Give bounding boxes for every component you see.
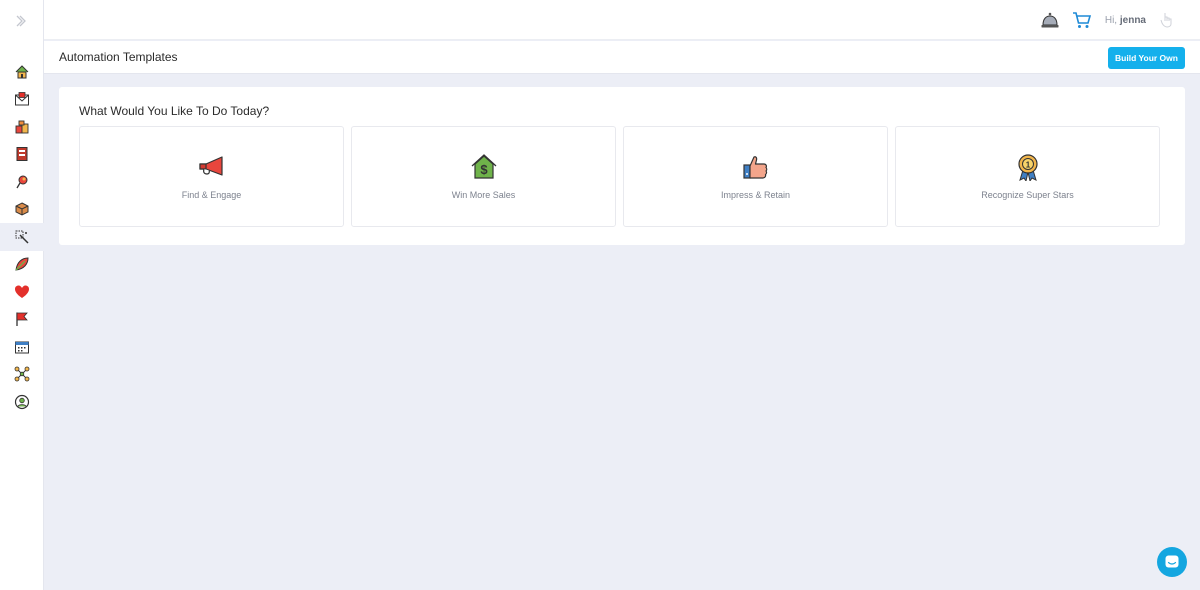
sidebar-item-calendar[interactable] xyxy=(0,333,44,361)
svg-text:1: 1 xyxy=(1025,160,1030,169)
sidebar-item-magic-wand[interactable] xyxy=(0,223,44,251)
sidebar-item-network[interactable] xyxy=(0,361,44,389)
chevron-right-icon xyxy=(16,15,26,27)
boxes-icon xyxy=(15,120,29,134)
svg-text:$: $ xyxy=(480,162,488,177)
expand-sidebar-button[interactable] xyxy=(10,10,32,32)
user-name: jenna xyxy=(1119,14,1146,26)
title-bar: Automation Templates Build Your Own xyxy=(44,41,1200,74)
pushpin-icon xyxy=(16,175,28,189)
greeting-prefix: Hi, xyxy=(1104,14,1118,26)
user-greeting[interactable]: Hi, jenna xyxy=(1105,15,1146,26)
megaphone-icon xyxy=(198,156,223,176)
card-win-more-sales[interactable]: $ Win More Sales xyxy=(351,126,616,227)
sidebar-item-home[interactable] xyxy=(0,58,44,86)
flag-icon xyxy=(16,312,28,327)
card-label: Find & Engage xyxy=(181,190,242,200)
card-impress-retain[interactable]: Impress & Retain xyxy=(623,126,888,227)
sidebar-item-package[interactable] xyxy=(0,196,44,224)
house-dollar-icon: $ xyxy=(471,154,496,179)
card-label: Recognize Super Stars xyxy=(981,190,1074,200)
network-icon xyxy=(14,366,30,382)
templates-panel: What Would You Like To Do Today? Find & … xyxy=(59,87,1185,245)
magic-wand-icon xyxy=(15,230,29,244)
sidebar-item-heart[interactable] xyxy=(0,278,44,306)
thumbs-up-icon xyxy=(742,156,767,179)
card-label: Win More Sales xyxy=(451,190,516,200)
shopping-cart-icon xyxy=(1072,12,1091,28)
card-find-engage[interactable]: Find & Engage xyxy=(79,126,344,227)
service-bell-icon xyxy=(1041,12,1059,28)
user-menu-button[interactable] xyxy=(1156,9,1178,31)
calendar-icon xyxy=(15,341,29,354)
build-your-own-button[interactable]: Build Your Own xyxy=(1108,47,1185,69)
sidebar xyxy=(0,0,44,590)
home-icon xyxy=(15,65,29,79)
hand-pointer-icon xyxy=(1160,13,1172,28)
panel-heading: What Would You Like To Do Today? xyxy=(79,104,270,118)
user-circle-icon xyxy=(14,394,30,409)
sidebar-item-pushpin[interactable] xyxy=(0,168,44,196)
card-recognize-super-stars[interactable]: 1 Recognize Super Stars xyxy=(895,126,1160,227)
cart-button[interactable] xyxy=(1071,9,1093,31)
book-icon xyxy=(16,147,28,162)
leaf-icon xyxy=(15,257,29,271)
sidebar-item-user[interactable] xyxy=(0,388,44,416)
mail-icon xyxy=(15,92,29,106)
service-bell-button[interactable] xyxy=(1039,9,1061,31)
sidebar-item-flag[interactable] xyxy=(0,306,44,334)
top-bar: Hi, jenna xyxy=(44,0,1200,40)
heart-icon xyxy=(15,285,29,298)
chat-icon xyxy=(1165,555,1179,568)
sidebar-item-book[interactable] xyxy=(0,141,44,169)
sidebar-item-boxes[interactable] xyxy=(0,113,44,141)
card-label: Impress & Retain xyxy=(720,190,791,200)
package-icon xyxy=(15,202,29,216)
sidebar-item-mail[interactable] xyxy=(0,86,44,114)
award-ribbon-icon: 1 xyxy=(1017,154,1038,181)
chat-launcher-button[interactable] xyxy=(1157,547,1187,577)
page-title: Automation Templates xyxy=(59,50,178,64)
sidebar-item-leaf[interactable] xyxy=(0,251,44,279)
